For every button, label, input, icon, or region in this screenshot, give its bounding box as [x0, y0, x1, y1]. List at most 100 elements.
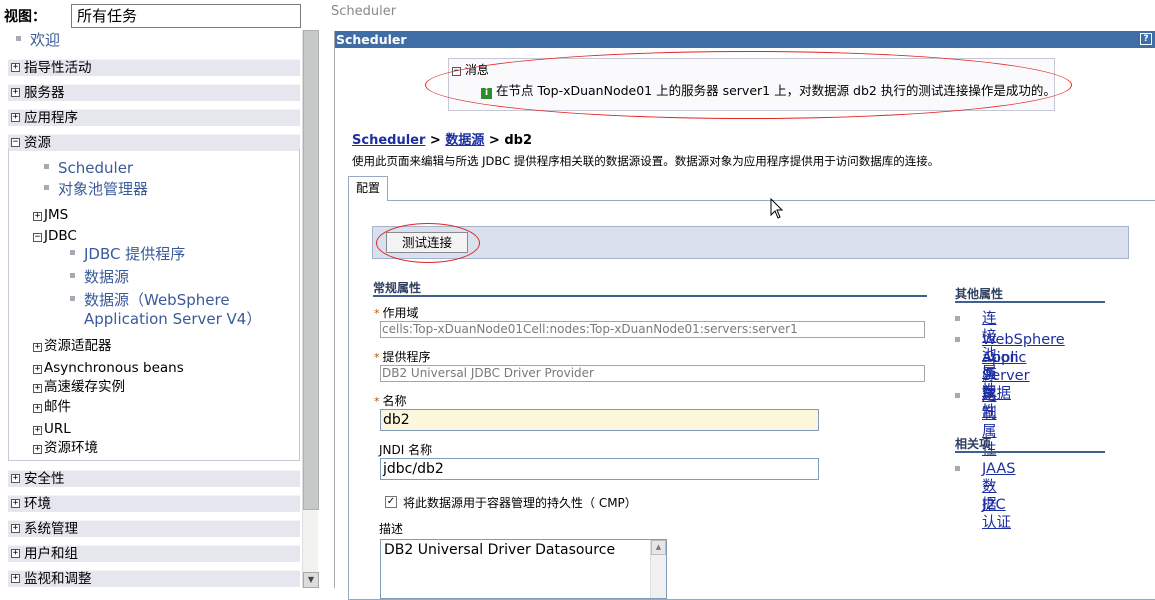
- bullet-icon: [955, 337, 960, 342]
- nav-section-users-groups[interactable]: + 用户和组: [8, 545, 300, 562]
- nav-item-data-sources-v4[interactable]: 数据源（WebSphere: [70, 291, 230, 310]
- nav-item-resource-adapters[interactable]: + 资源适配器: [33, 338, 112, 354]
- expand-icon[interactable]: +: [33, 365, 42, 374]
- nav-section-environment[interactable]: + 环境: [8, 495, 300, 512]
- nav-item-async-beans[interactable]: + Asynchronous beans: [33, 360, 184, 376]
- message-box: − 消息 i 在节点 Top-xDuanNode01 上的服务器 server1 …: [448, 58, 1056, 111]
- expand-icon[interactable]: +: [33, 426, 42, 435]
- name-label: * 名称: [374, 394, 407, 408]
- scroll-down-icon[interactable]: ▼: [303, 572, 319, 588]
- view-select[interactable]: 所有任务: [71, 4, 301, 28]
- nav-section-applications[interactable]: + 应用程序: [8, 109, 300, 126]
- general-properties-heading: 常规属性: [373, 281, 422, 295]
- nav-section-servers[interactable]: + 服务器: [8, 84, 300, 101]
- message-text: i 在节点 Top-xDuanNode01 上的服务器 server1 上，对数据…: [481, 80, 1056, 99]
- nav-item-data-sources-v4-line2[interactable]: Application Server V4）: [84, 310, 261, 329]
- nav-item-resource-env[interactable]: + 资源环境: [33, 440, 98, 456]
- related-items-heading: 相关项: [955, 437, 992, 451]
- page-description: 使用此页面来编辑与所选 JDBC 提供程序相关联的数据源设置。数据源对象为应用程…: [352, 154, 940, 168]
- expand-icon[interactable]: +: [11, 474, 20, 483]
- nav-tree: 欢迎 + 指导性活动 + 服务器 + 应用程序 − 资源 Scheduler 对…: [0, 30, 300, 588]
- other-properties-divider: [955, 301, 1105, 303]
- description-label: 描述: [379, 522, 404, 536]
- nav-item-welcome[interactable]: 欢迎: [16, 31, 60, 50]
- nav-item-cache-instances[interactable]: + 高速缓存实例: [33, 379, 125, 395]
- collapse-icon[interactable]: −: [11, 138, 20, 147]
- required-icon: *: [374, 395, 380, 408]
- bullet-icon: [16, 36, 21, 41]
- scroll-up-icon[interactable]: ▲: [651, 540, 666, 555]
- breadcrumb-scheduler-link[interactable]: Scheduler: [352, 133, 425, 148]
- expand-icon[interactable]: +: [11, 524, 20, 533]
- provider-field: DB2 Universal JDBC Driver Provider: [380, 365, 925, 382]
- nav-item-data-sources[interactable]: 数据源: [70, 268, 129, 287]
- nav-scrollbar[interactable]: ▼: [302, 30, 319, 588]
- bullet-icon: [70, 273, 75, 278]
- jndi-input[interactable]: jdbc/db2: [380, 458, 819, 480]
- portlet-titlebar: Scheduler ?: [335, 31, 1155, 48]
- navigation-panel: 视图： 所有任务 欢迎 + 指导性活动 + 服务器 + 应用程序 − 资源 Sc…: [0, 0, 320, 588]
- expand-icon[interactable]: +: [11, 88, 20, 97]
- breadcrumb-datasource-link[interactable]: 数据源: [445, 133, 484, 148]
- nav-item-mail[interactable]: + 邮件: [33, 399, 71, 415]
- expand-icon[interactable]: +: [33, 404, 42, 413]
- message-header[interactable]: − 消息: [452, 61, 489, 78]
- cmp-label: 将此数据源用于容器管理的持久性（ CMP）: [403, 496, 637, 510]
- view-bar: 视图： 所有任务: [0, 0, 302, 28]
- view-label: 视图：: [4, 9, 46, 25]
- nav-section-security[interactable]: + 安全性: [8, 470, 300, 487]
- nav-item-url[interactable]: + URL: [33, 421, 71, 437]
- expand-icon[interactable]: +: [11, 63, 20, 72]
- scope-label: * 作用域: [374, 306, 419, 320]
- description-scrollbar[interactable]: ▲: [650, 540, 666, 598]
- nav-item-jms[interactable]: + JMS: [33, 207, 68, 223]
- description-textarea[interactable]: DB2 Universal Driver Datasource ▲: [380, 539, 667, 599]
- button-bar: 测试连接: [372, 226, 1129, 259]
- nav-item-jdbc-providers[interactable]: JDBC 提供程序: [70, 245, 185, 264]
- bullet-icon: [955, 316, 960, 321]
- help-icon[interactable]: ?: [1140, 33, 1152, 45]
- related-items-divider: [955, 451, 1105, 453]
- cmp-checkbox[interactable]: ✓: [385, 496, 397, 508]
- page-title-top: Scheduler: [331, 4, 397, 19]
- main-content: Scheduler ? − 消息 i 在节点 Top-xDuanNode01 上的…: [334, 31, 1155, 600]
- scope-field: cells:Top-xDuanNode01Cell:nodes:Top-xDua…: [380, 321, 925, 338]
- breadcrumb-current: db2: [504, 133, 533, 148]
- expand-icon[interactable]: +: [11, 499, 20, 508]
- required-icon: *: [374, 351, 380, 364]
- other-properties-heading: 其他属性: [955, 287, 1004, 301]
- jndi-label: JNDI 名称: [379, 443, 433, 457]
- nav-item-jdbc[interactable]: − JDBC: [33, 228, 77, 244]
- expand-icon[interactable]: +: [11, 574, 20, 583]
- nav-scrollbar-thumb[interactable]: [303, 30, 319, 510]
- breadcrumb: Scheduler > 数据源 > db2: [352, 133, 533, 148]
- name-input[interactable]: db2: [380, 409, 819, 431]
- provider-label: * 提供程序: [374, 350, 431, 364]
- nav-section-system-admin[interactable]: + 系统管理: [8, 520, 300, 537]
- portlet-title: Scheduler: [336, 32, 407, 47]
- nav-item-scheduler[interactable]: Scheduler: [44, 159, 133, 178]
- nav-section-guided-activities[interactable]: + 指导性活动: [8, 59, 300, 76]
- info-icon: i: [481, 88, 492, 99]
- expand-icon[interactable]: +: [33, 343, 42, 352]
- collapse-icon[interactable]: −: [452, 67, 461, 76]
- collapse-icon[interactable]: −: [33, 233, 42, 242]
- bullet-icon: [955, 393, 960, 398]
- nav-section-monitoring[interactable]: + 监视和调整: [8, 570, 300, 587]
- nav-item-object-pool[interactable]: 对象池管理器: [44, 180, 148, 199]
- bullet-icon: [70, 296, 75, 301]
- mouse-cursor-icon: [770, 198, 784, 219]
- bullet-icon: [44, 164, 49, 169]
- general-properties-divider: [373, 295, 927, 297]
- tab-configuration[interactable]: 配置: [348, 176, 388, 201]
- bullet-icon: [44, 185, 49, 190]
- expand-icon[interactable]: +: [33, 384, 42, 393]
- bullet-icon: [70, 250, 75, 255]
- test-connection-button[interactable]: 测试连接: [386, 232, 468, 253]
- expand-icon[interactable]: +: [33, 445, 42, 454]
- expand-icon[interactable]: +: [11, 113, 20, 122]
- expand-icon[interactable]: +: [33, 212, 42, 221]
- expand-icon[interactable]: +: [11, 549, 20, 558]
- bullet-icon: [955, 466, 960, 471]
- required-icon: *: [374, 307, 380, 320]
